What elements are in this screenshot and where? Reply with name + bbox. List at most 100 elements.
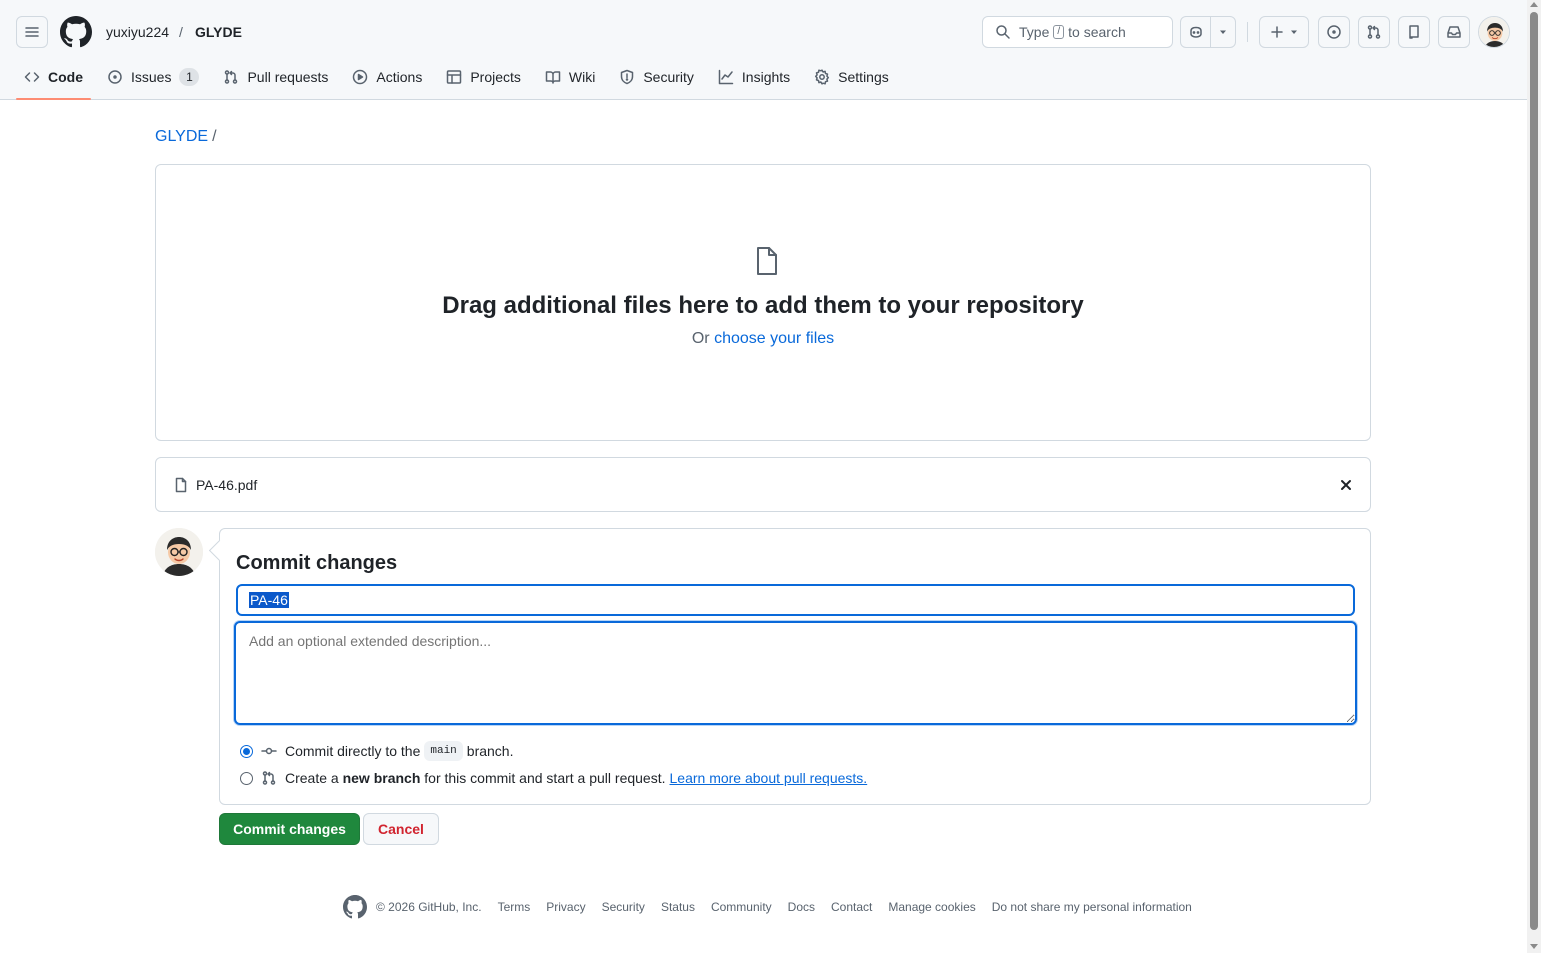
footer-link-manage-cookies[interactable]: Manage cookies [888,900,975,914]
commit-description-textarea[interactable] [234,621,1357,725]
tab-actions[interactable]: Actions [344,60,430,94]
tab-label: Projects [470,69,521,85]
commit-form: Commit changes PA-46 Commit directly to … [219,528,1371,805]
play-icon [353,69,368,85]
header-divider [1247,22,1248,42]
cancel-button[interactable]: Cancel [363,813,439,845]
footer-link-status[interactable]: Status [661,900,695,914]
dropzone-subtitle: Or choose your files [156,329,1370,349]
tab-label: Insights [741,69,791,85]
git-pull-request-icon [1367,25,1381,39]
page-footer: © 2026 GitHub, Inc. Terms Privacy Securi… [343,895,1208,919]
tab-issues[interactable]: Issues 1 [99,60,207,94]
owner-link[interactable]: yuxiyu224 [106,24,169,40]
issue-opened-icon [108,70,122,84]
graph-icon [718,69,734,85]
tab-insights[interactable]: Insights [710,60,798,94]
triangle-down-icon [1220,30,1226,34]
copilot-icon [1189,26,1202,38]
scroll-up-arrow[interactable] [1530,2,1538,7]
breadcrumb-repo-link[interactable]: GLYDE [155,128,208,145]
shield-icon [621,69,634,85]
tab-projects[interactable]: Projects [438,60,529,94]
dropzone-sub-prefix: Or [691,330,710,347]
repositories-button[interactable] [1398,16,1430,48]
tab-settings[interactable]: Settings [806,60,897,94]
tab-label: Actions [376,69,423,85]
repo-nav-tabs: Code Issues 1 Pull requests Actions Proj… [16,60,905,100]
repo-icon [1409,25,1419,39]
commit-direct-option[interactable]: Commit directly to the main branch. [240,741,513,761]
your-pull-requests-button[interactable] [1358,16,1390,48]
breadcrumb-separator: / [212,128,217,145]
commit-direct-prefix: Commit directly to the [285,743,421,759]
github-logo-icon[interactable] [60,16,92,48]
copilot-dropdown[interactable] [1211,17,1235,47]
table-icon [447,70,462,84]
uploaded-file-row: PA-46.pdf [155,457,1371,512]
committer-avatar [155,528,203,576]
footer-link-security[interactable]: Security [602,900,645,914]
footer-link-terms[interactable]: Terms [498,900,531,914]
footer-link-community[interactable]: Community [711,900,772,914]
file-icon [757,247,777,275]
inbox-icon [1447,26,1461,38]
copilot-button[interactable] [1180,16,1236,48]
create-new-button[interactable] [1259,16,1309,48]
footer-link-docs[interactable]: Docs [788,900,815,914]
issue-opened-icon [1327,25,1341,39]
github-logo-icon[interactable] [343,895,367,919]
your-issues-button[interactable] [1318,16,1350,48]
code-icon [24,72,40,82]
app-header: yuxiyu224 / GLYDE Type / to search Code … [0,0,1527,100]
git-pull-request-icon [225,70,238,84]
git-pull-request-icon [262,771,276,785]
tab-label: Pull requests [247,69,329,85]
user-avatar[interactable] [1478,16,1510,48]
triangle-down-icon [1291,30,1297,34]
search-input[interactable]: Type / to search [982,16,1173,48]
new-branch-bold: new branch [342,770,421,786]
search-shortcut-key: / [1053,25,1065,39]
uploaded-file-name: PA-46.pdf [196,477,258,493]
hamburger-icon [25,27,39,37]
footer-link-contact[interactable]: Contact [831,900,872,914]
close-icon[interactable] [1338,477,1354,493]
avatar-icon [1479,17,1509,47]
tab-code[interactable]: Code [16,60,91,100]
file-dropzone[interactable]: Drag additional files here to add them t… [155,164,1371,441]
tab-security[interactable]: Security [611,60,702,94]
tab-label: Code [48,69,83,85]
tab-label: Issues [131,69,172,85]
scroll-down-arrow[interactable] [1530,944,1538,949]
repo-link[interactable]: GLYDE [195,24,242,40]
commit-direct-suffix: branch. [466,743,514,759]
search-icon [996,25,1010,39]
tab-label: Wiki [568,69,596,85]
tab-label: Settings [838,69,889,85]
footer-copyright: © 2026 GitHub, Inc. [376,900,482,914]
scrollbar-thumb[interactable] [1530,12,1538,930]
tab-pull-requests[interactable]: Pull requests [215,60,336,94]
search-prefix: Type [1019,24,1050,40]
footer-link-privacy[interactable]: Privacy [546,900,585,914]
file-icon [175,477,187,493]
menu-button[interactable] [16,16,48,48]
issues-counter: 1 [179,68,200,86]
tab-label: Security [643,69,694,85]
notifications-button[interactable] [1438,16,1470,48]
new-branch-option[interactable]: Create a new branch for this commit and … [240,770,867,786]
learn-more-pull-requests-link[interactable]: Learn more about pull requests. [670,770,868,786]
git-commit-icon [261,747,277,755]
new-branch-prefix: Create a [285,770,339,786]
commit-message-input[interactable]: PA-46 [236,584,1355,616]
page-scrollbar[interactable] [1527,0,1541,953]
footer-link-do-not-share[interactable]: Do not share my personal information [992,900,1192,914]
new-branch-radio[interactable] [240,771,253,785]
avatar-icon [155,528,203,576]
commit-changes-button[interactable]: Commit changes [219,813,360,845]
branch-name: main [424,741,463,761]
tab-wiki[interactable]: Wiki [537,60,603,94]
choose-files-link[interactable]: choose your files [714,330,834,347]
commit-direct-radio[interactable] [240,744,253,758]
